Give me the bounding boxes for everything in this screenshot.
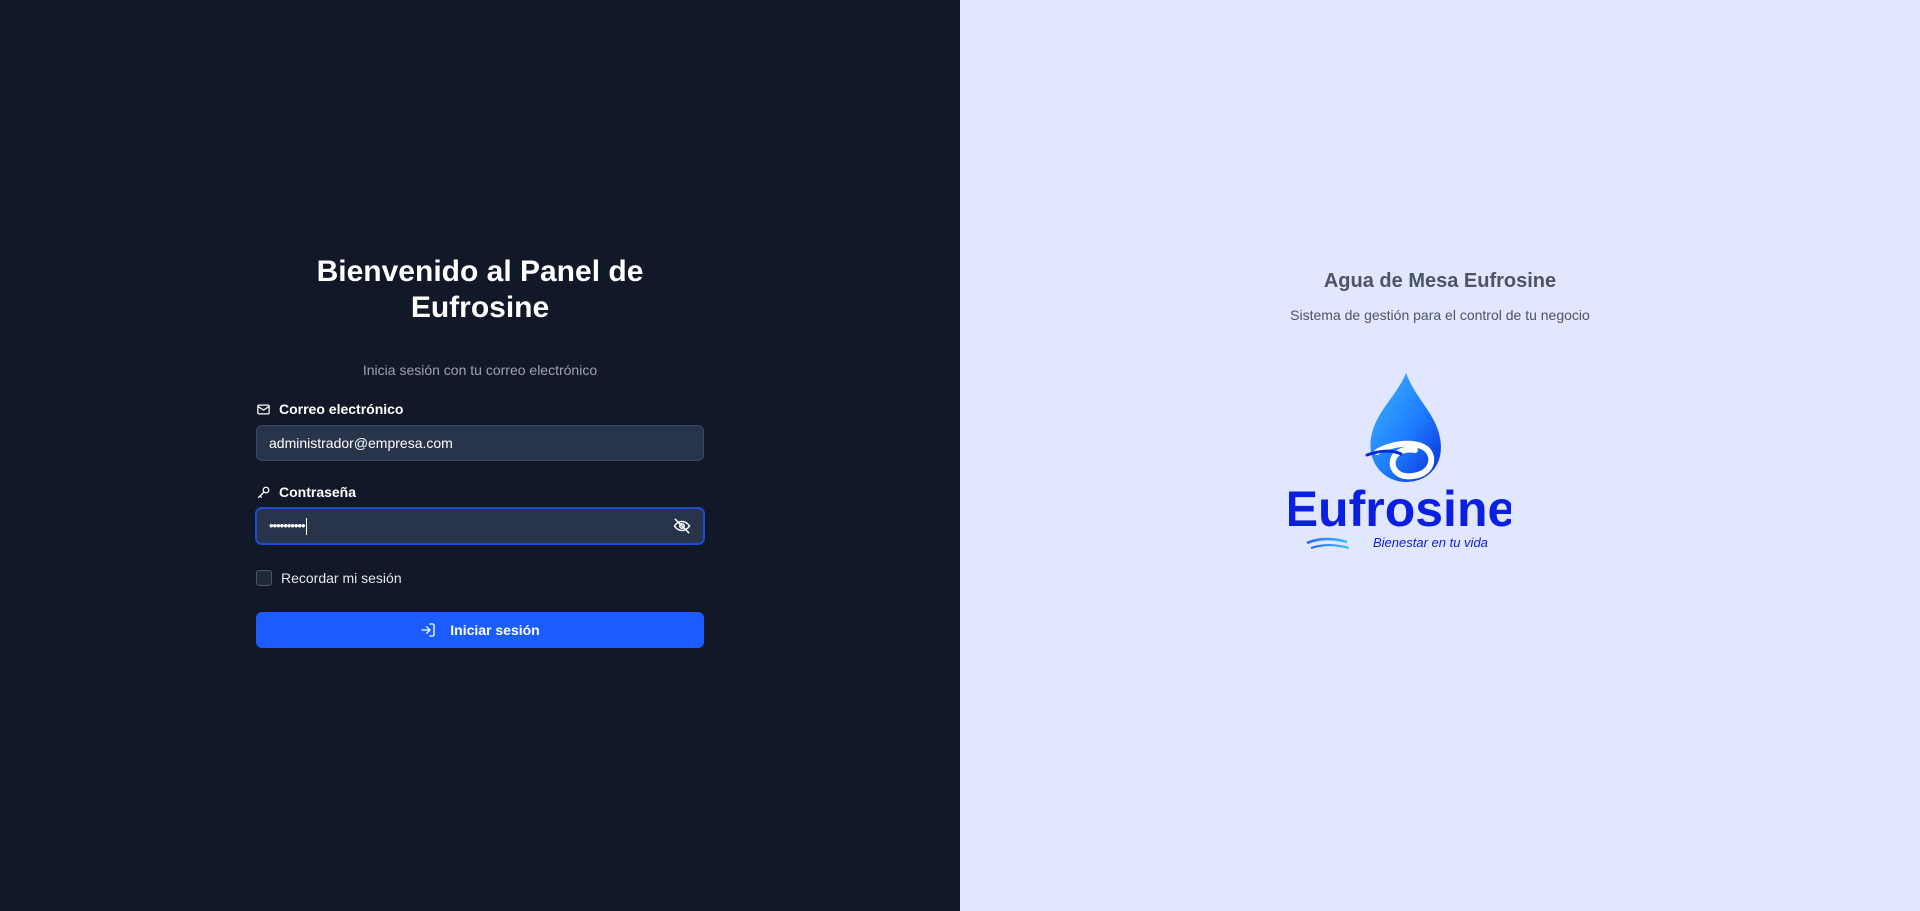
login-form: Bienvenido al Panel de Eufrosine Inicia … xyxy=(256,254,704,648)
key-icon xyxy=(257,486,270,498)
logo-tagline: Bienestar en tu vida xyxy=(1373,535,1488,550)
brand-subtitle: Sistema de gestión para el control de tu… xyxy=(1290,307,1590,323)
brand-title: Agua de Mesa Eufrosine xyxy=(1323,270,1557,292)
password-value: •••••••••• xyxy=(269,517,307,535)
password-label: Contraseña xyxy=(256,484,704,500)
email-label-text: Correo electrónico xyxy=(279,401,404,417)
water-drop-logo: Eufrosine Bienestar en tu vida xyxy=(1289,373,1511,550)
email-value: administrador@empresa.com xyxy=(269,435,453,451)
brand-header: Agua de Mesa Eufrosine Sistema de gestió… xyxy=(960,270,1920,323)
login-arrow-icon xyxy=(421,623,435,637)
login-subtitle: Inicia sesión con tu correo electrónico xyxy=(362,362,598,378)
remember-label: Recordar mi sesión xyxy=(281,570,402,586)
brand-panel: Agua de Mesa Eufrosine Sistema de gestió… xyxy=(960,0,1920,911)
login-button[interactable]: Iniciar sesión xyxy=(256,612,704,648)
login-button-label: Iniciar sesión xyxy=(450,622,540,638)
remember-checkbox[interactable] xyxy=(256,570,272,586)
password-label-text: Contraseña xyxy=(279,484,357,500)
eye-off-icon[interactable] xyxy=(673,517,691,535)
mail-icon xyxy=(257,404,270,414)
remember-row[interactable]: Recordar mi sesión xyxy=(256,570,704,586)
email-label: Correo electrónico xyxy=(256,401,704,417)
login-panel: Bienvenido al Panel de Eufrosine Inicia … xyxy=(0,0,960,911)
email-field[interactable]: administrador@empresa.com xyxy=(256,425,704,461)
password-field[interactable]: •••••••••• xyxy=(256,508,704,544)
logo-wordmark: Eufrosine xyxy=(1289,481,1511,537)
page-title: Bienvenido al Panel de Eufrosine xyxy=(316,255,644,324)
